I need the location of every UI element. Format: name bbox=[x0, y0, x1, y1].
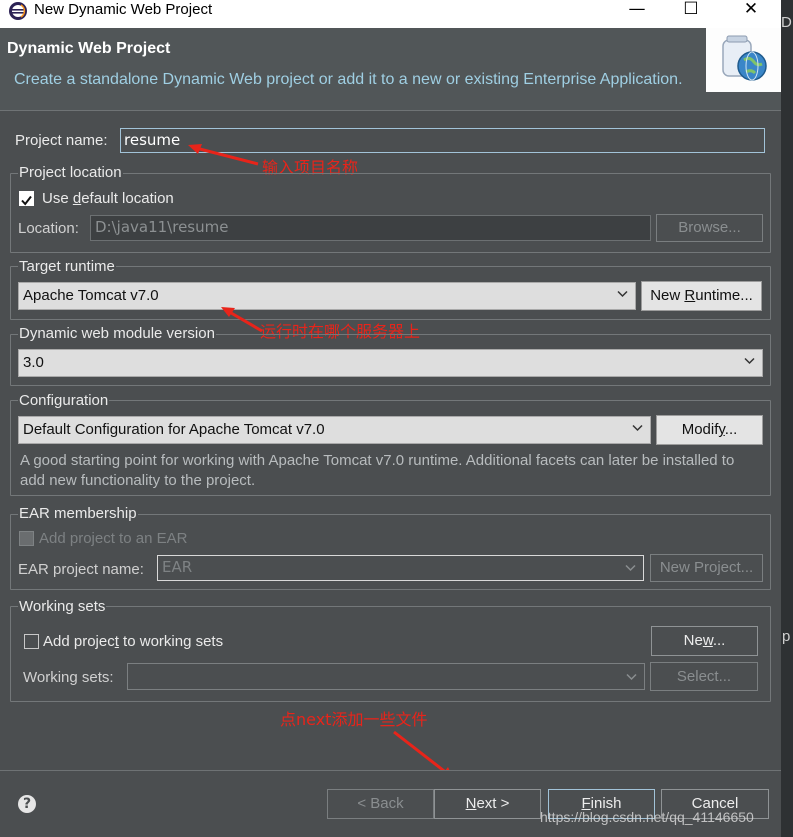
wizard-page-description: Create a standalone Dynamic Web project … bbox=[14, 71, 683, 88]
minimize-icon[interactable]: — bbox=[622, 0, 652, 20]
chevron-down-icon bbox=[617, 290, 628, 298]
wizard-page-title: Dynamic Web Project bbox=[7, 40, 171, 57]
location-label: Location: bbox=[18, 220, 79, 237]
use-default-location-checkbox[interactable] bbox=[19, 191, 34, 206]
module-version-legend: Dynamic web module version bbox=[18, 325, 216, 342]
maximize-icon[interactable]: ☐ bbox=[676, 0, 706, 20]
project-location-legend: Project location bbox=[18, 164, 123, 181]
working-sets-select[interactable] bbox=[127, 663, 645, 690]
use-default-location-label[interactable]: Use default location bbox=[42, 190, 174, 207]
back-button[interactable]: < Back bbox=[327, 789, 434, 819]
working-sets-label: Working sets: bbox=[23, 669, 114, 686]
working-sets-legend: Working sets bbox=[18, 598, 107, 615]
configuration-description: A good starting point for working with A… bbox=[20, 452, 735, 489]
web-project-wizard-image bbox=[706, 28, 781, 92]
chevron-down-icon bbox=[744, 357, 755, 365]
edge-fragment-mid: p bbox=[782, 628, 791, 645]
add-to-ear-label: Add project to an EAR bbox=[39, 530, 188, 547]
project-name-label: Project name: bbox=[15, 132, 108, 149]
target-runtime-value: Apache Tomcat v7.0 bbox=[23, 287, 159, 304]
location-input[interactable]: D:\java11\resume bbox=[90, 215, 651, 241]
background-window-edge: D p bbox=[781, 0, 793, 837]
close-icon[interactable]: ✕ bbox=[735, 0, 767, 20]
add-to-working-sets-checkbox[interactable] bbox=[24, 634, 39, 649]
next-button[interactable]: Next > bbox=[434, 789, 541, 819]
globe-jar-icon bbox=[722, 35, 767, 81]
module-version-value: 3.0 bbox=[23, 354, 44, 371]
location-value: D:\java11\resume bbox=[95, 218, 229, 236]
ear-project-name-label: EAR project name: bbox=[18, 561, 144, 578]
new-project-button[interactable]: New Project... bbox=[650, 554, 763, 582]
browse-button[interactable]: Browse... bbox=[656, 214, 763, 242]
project-name-value: resume bbox=[124, 131, 181, 149]
chevron-down-icon bbox=[626, 673, 637, 681]
ear-project-name-value: EAR bbox=[162, 558, 193, 576]
add-to-ear-checkbox[interactable] bbox=[19, 531, 34, 546]
configuration-value: Default Configuration for Apache Tomcat … bbox=[23, 421, 325, 438]
eclipse-app-icon bbox=[9, 2, 27, 20]
new-working-set-button[interactable]: New... bbox=[651, 626, 758, 656]
ear-project-name-select[interactable]: EAR bbox=[157, 555, 644, 581]
help-icon[interactable]: ? bbox=[18, 795, 36, 813]
edge-fragment-top: D bbox=[781, 14, 792, 31]
target-runtime-legend: Target runtime bbox=[18, 258, 116, 275]
csdn-watermark: https://blog.csdn.net/qq_41146650 bbox=[540, 809, 754, 825]
annotation-next: 点next添加一些文件 bbox=[280, 710, 428, 729]
new-runtime-button[interactable]: New Runtime... bbox=[641, 281, 762, 311]
chevron-down-icon bbox=[632, 424, 643, 432]
configuration-legend: Configuration bbox=[18, 392, 110, 409]
chevron-down-icon bbox=[625, 564, 636, 572]
select-working-sets-button[interactable]: Select... bbox=[650, 662, 758, 691]
target-runtime-select[interactable]: Apache Tomcat v7.0 bbox=[18, 282, 636, 310]
module-version-select[interactable]: 3.0 bbox=[18, 349, 763, 377]
checkmark-icon bbox=[21, 195, 32, 206]
ear-membership-legend: EAR membership bbox=[18, 505, 138, 522]
configuration-select[interactable]: Default Configuration for Apache Tomcat … bbox=[18, 416, 651, 444]
add-to-working-sets-label[interactable]: Add project to working sets bbox=[43, 633, 223, 650]
annotation-arrow-project-name bbox=[188, 144, 259, 166]
window-title: New Dynamic Web Project bbox=[34, 1, 213, 18]
modify-button[interactable]: Modify... bbox=[656, 415, 763, 445]
annotation-arrow-runtime bbox=[221, 307, 263, 333]
